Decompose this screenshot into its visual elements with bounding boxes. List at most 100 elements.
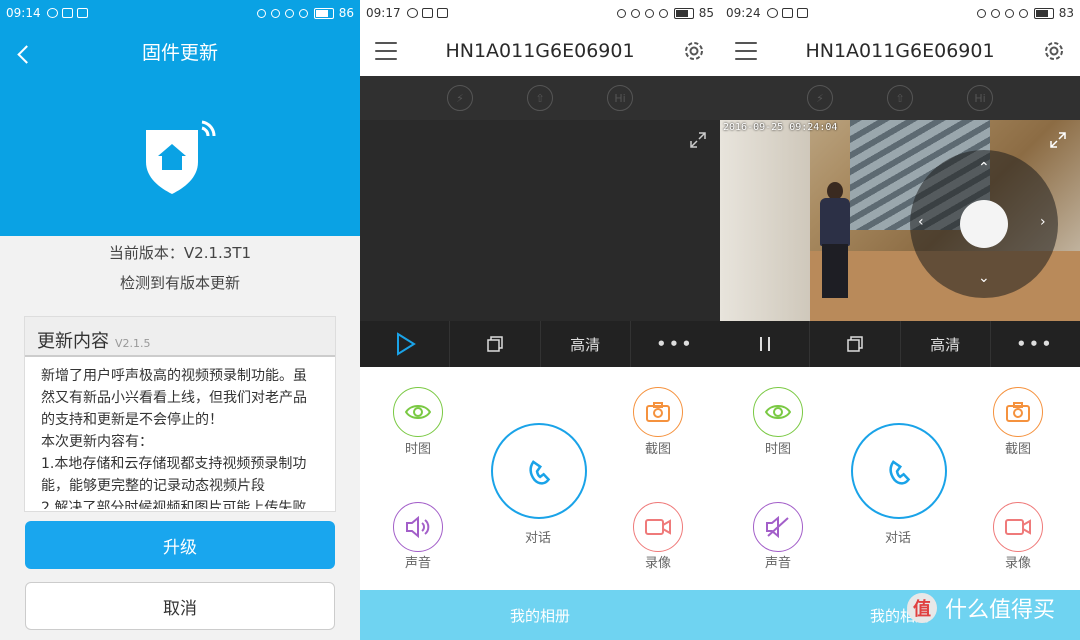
alarm-icon bbox=[630, 8, 640, 18]
cancel-button[interactable]: 取消 bbox=[25, 582, 335, 630]
video-controls: 高清 ••• bbox=[720, 321, 1080, 367]
home-shield-icon bbox=[146, 120, 216, 194]
title-bar: 固件更新 bbox=[0, 26, 360, 76]
record-button[interactable] bbox=[993, 502, 1043, 552]
back-arrow-icon[interactable] bbox=[17, 45, 36, 64]
gear-icon[interactable] bbox=[1042, 39, 1066, 63]
infinity-icon bbox=[766, 8, 778, 18]
time-view-button[interactable] bbox=[393, 387, 443, 437]
album-button[interactable]: 我的相册 bbox=[360, 590, 720, 640]
video-controls: 高清 ••• bbox=[360, 321, 720, 367]
infinity-icon bbox=[46, 8, 58, 18]
sound-label: 声音 bbox=[404, 556, 431, 571]
action-panel: 时图 截图 对话 声音 录像 bbox=[360, 367, 720, 590]
time-view-label: 时图 bbox=[764, 442, 791, 457]
play-button[interactable] bbox=[360, 321, 451, 367]
record-label: 录像 bbox=[1004, 556, 1031, 571]
quality-button[interactable]: 高清 bbox=[541, 321, 631, 367]
message-icon bbox=[421, 8, 433, 18]
record-button[interactable] bbox=[633, 502, 683, 552]
page-title: 固件更新 bbox=[141, 41, 218, 64]
hi-icon[interactable]: Hi bbox=[967, 85, 993, 111]
capture-label: 截图 bbox=[644, 442, 671, 457]
video-icon bbox=[645, 519, 671, 535]
phone-icon bbox=[529, 460, 551, 485]
multi-window-button[interactable] bbox=[450, 321, 541, 367]
down-arrow-icon[interactable]: ⌄ bbox=[978, 270, 990, 286]
video-area[interactable]: ⚡ ⇧ Hi bbox=[360, 76, 720, 321]
talk-button[interactable] bbox=[491, 423, 587, 519]
capture-button[interactable] bbox=[633, 387, 683, 437]
message-icon bbox=[61, 8, 73, 18]
battery-icon bbox=[313, 7, 334, 19]
battery-icon bbox=[673, 7, 694, 19]
play-icon bbox=[396, 332, 416, 356]
alarm-icon bbox=[270, 8, 280, 18]
fullscreen-icon[interactable] bbox=[690, 132, 706, 148]
camera-icon bbox=[1006, 402, 1030, 422]
live-camera-feed[interactable]: 2016-09-25 09:24:04 ⌃ ⌄ ‹ › bbox=[720, 120, 1080, 321]
up-arrow-icon[interactable]: ⌃ bbox=[978, 160, 990, 176]
pause-button[interactable] bbox=[720, 321, 811, 367]
camera-timestamp: 2016-09-25 09:24:04 bbox=[723, 122, 838, 133]
fullscreen-icon[interactable] bbox=[1050, 132, 1066, 148]
multi-window-button[interactable] bbox=[810, 321, 901, 367]
update-content-box[interactable]: 更新内容 V2.1.5 新增了用户呼声极高的视频预录制功能。虽然又有新品小兴看看上… bbox=[24, 316, 336, 512]
upgrade-button[interactable]: 升级 bbox=[25, 521, 335, 569]
watermark: 值 什么值得买 bbox=[907, 592, 1055, 624]
message-icon bbox=[781, 8, 793, 18]
signal-icon bbox=[298, 8, 308, 18]
menu-icon[interactable] bbox=[735, 42, 757, 60]
status-time: 09:17 bbox=[366, 6, 401, 20]
motion-icon[interactable]: ⚡ bbox=[447, 85, 473, 111]
current-version: 当前版本：V2.1.3T1 bbox=[108, 244, 252, 262]
joystick-knob[interactable] bbox=[960, 200, 1008, 248]
talk-label: 对话 bbox=[524, 531, 551, 546]
sound-label: 声音 bbox=[764, 556, 791, 571]
watermark-text: 什么值得买 bbox=[945, 598, 1056, 623]
menu-icon[interactable] bbox=[375, 42, 397, 60]
status-bar: 09:17 85 bbox=[360, 0, 720, 26]
eye-icon bbox=[405, 405, 431, 419]
battery-level: 85 bbox=[698, 6, 714, 20]
right-arrow-icon[interactable]: › bbox=[1040, 214, 1046, 230]
firmware-update-screen: 09:14 86 固件更新 当前版本：V2.1.3T1 检测到有版本更新 更新内… bbox=[0, 0, 360, 640]
capture-button[interactable] bbox=[993, 387, 1043, 437]
bluetooth-icon bbox=[976, 8, 986, 18]
time-view-button[interactable] bbox=[753, 387, 803, 437]
update-content-text: 新增了用户呼声极高的视频预录制功能。虽然又有新品小兴看看上线，但我们对老产品的支… bbox=[41, 368, 307, 509]
video-tool-strip: ⚡ ⇧ Hi bbox=[360, 76, 720, 120]
sound-button[interactable] bbox=[393, 502, 443, 552]
copy-icon bbox=[487, 336, 503, 352]
status-time: 09:14 bbox=[6, 6, 41, 20]
title-bar: HN1A011G6E06901 bbox=[720, 26, 1080, 76]
hi-icon[interactable]: Hi bbox=[607, 85, 633, 111]
alarm-icon bbox=[990, 8, 1000, 18]
video-area[interactable]: ⚡ ⇧ Hi 2016-09-25 09:24:04 ⌃ ⌄ ‹ › bbox=[720, 76, 1080, 321]
wifi-icon bbox=[284, 8, 294, 18]
share-icon[interactable]: ⇧ bbox=[887, 85, 913, 111]
left-arrow-icon[interactable]: ‹ bbox=[918, 214, 924, 230]
battery-level: 83 bbox=[1058, 6, 1074, 20]
quality-button[interactable]: 高清 bbox=[901, 321, 991, 367]
speaker-icon bbox=[406, 516, 430, 538]
battery-level: 86 bbox=[338, 6, 354, 20]
motion-icon[interactable]: ⚡ bbox=[807, 85, 833, 111]
person-figure bbox=[812, 182, 858, 300]
infinity-icon bbox=[406, 8, 418, 18]
sound-button[interactable] bbox=[753, 502, 803, 552]
wifi-icon bbox=[644, 8, 654, 18]
talk-button[interactable] bbox=[851, 423, 947, 519]
more-icon[interactable]: ••• bbox=[991, 321, 1080, 367]
top-bar: 09:24 83 HN1A011G6E06901 bbox=[720, 0, 1080, 76]
record-label: 录像 bbox=[644, 556, 671, 571]
gear-icon[interactable] bbox=[682, 39, 706, 63]
notification-icon bbox=[436, 8, 448, 18]
device-title: HN1A011G6E06901 bbox=[805, 40, 995, 62]
share-icon[interactable]: ⇧ bbox=[527, 85, 553, 111]
update-detected: 检测到有版本更新 bbox=[119, 274, 240, 292]
capture-label: 截图 bbox=[1004, 442, 1031, 457]
update-version: V2.1.5 bbox=[115, 337, 151, 350]
more-icon[interactable]: ••• bbox=[631, 321, 720, 367]
ptz-joystick[interactable]: ⌃ ⌄ ‹ › bbox=[910, 150, 1058, 298]
